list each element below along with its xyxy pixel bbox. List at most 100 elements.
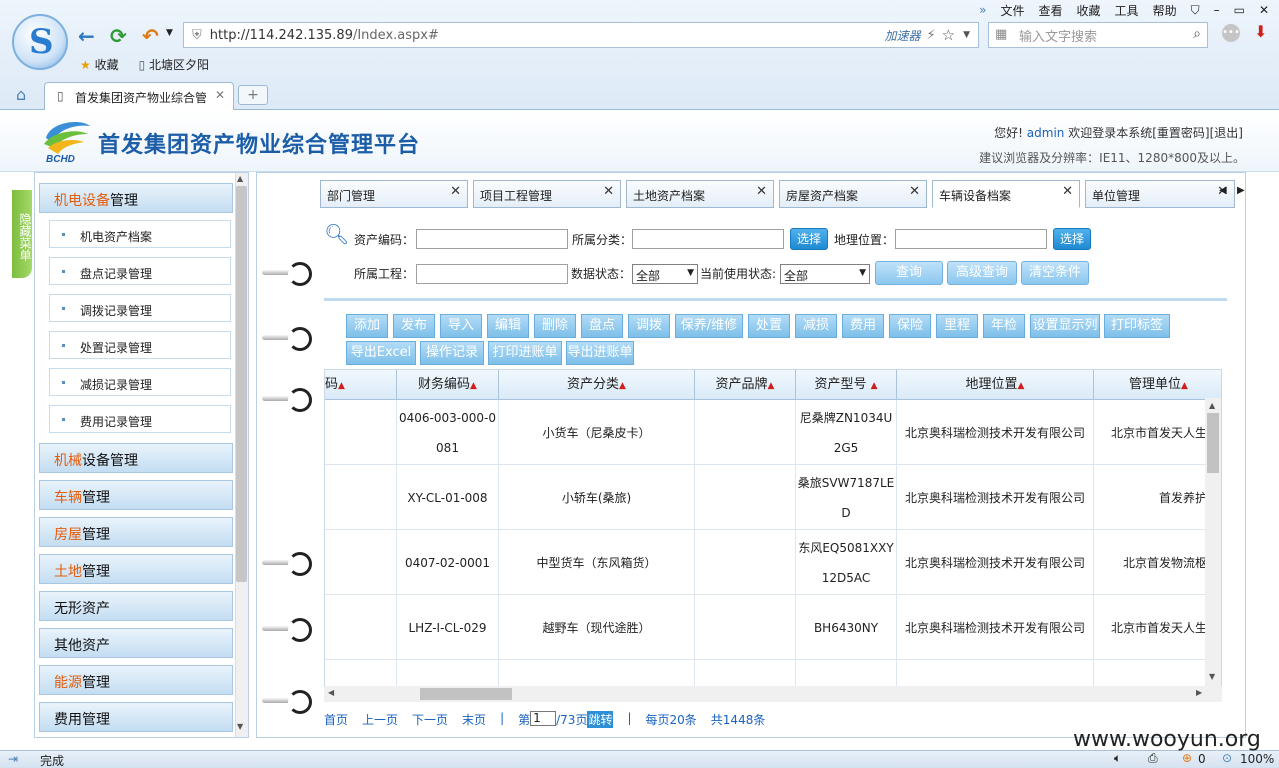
sidebar-group-intangible[interactable]: 无形资产 [39,591,233,621]
download-icon[interactable]: ⬇ [1254,22,1267,41]
refresh-icon[interactable]: ⟳ [110,24,127,48]
col-location[interactable]: 地理位置▲ [897,370,1094,400]
delete-button[interactable]: 删除 [534,314,576,338]
sidebar-item-expense[interactable]: 费用记录管理 [49,405,231,433]
asset-code-input[interactable] [416,229,568,249]
close-window-icon[interactable]: ✕ [1259,3,1269,17]
select-category-button[interactable]: 选择 [790,228,828,250]
sidebar-item-transfer[interactable]: 调拨记录管理 [49,294,231,322]
tab-unit[interactable]: 单位管理 ✕ [1085,180,1235,208]
pager-first[interactable]: 首页 [324,711,348,728]
minimize-icon[interactable]: – [1214,3,1220,17]
col-finance-code[interactable]: 财务编码▲ [397,370,499,400]
col-brand[interactable]: 资产品牌▲ [695,370,796,400]
grid-horizontal-thumb[interactable] [420,688,512,700]
sidebar-toggle-icon[interactable]: ⇥ [8,752,18,766]
location-input[interactable] [895,229,1047,249]
col-code[interactable]: 码▲ [325,370,397,400]
transfer-button[interactable]: 调拨 [628,314,670,338]
close-tab-icon[interactable]: ✕ [909,184,920,199]
inventory-button[interactable]: 盘点 [581,314,623,338]
extension-icon[interactable]: ••• [1222,24,1240,42]
sidebar-scroll-thumb[interactable] [236,186,247,582]
maintenance-button[interactable]: 保养/维修 [675,314,743,338]
sidebar-group-electromech[interactable]: 机电设备管理 [39,183,233,213]
address-bar[interactable]: ⛨ http://114.242.135.89/Index.aspx# 加速器 … [183,22,979,48]
sidebar-group-vehicles[interactable]: 车辆管理 [39,480,233,510]
logout-link[interactable]: [退出] [1210,126,1243,140]
impair-button[interactable]: 减损 [795,314,837,338]
expense-button[interactable]: 费用 [842,314,884,338]
print-receipt-button[interactable]: 打印进账单 [488,341,562,365]
clear-conditions-button[interactable]: 清空条件 [1021,261,1089,285]
column-settings-button[interactable]: 设置显示列 [1030,314,1100,338]
browser-tab[interactable]: ▯ 首发集团资产物业综合管 ✕ [44,82,234,110]
table-row[interactable]: LHZ-I-CL-029 越野车（现代途胜） BH6430NY 北京奥科瑞检测技术开发… [325,595,1221,660]
tab-department[interactable]: 部门管理 ✕ [320,180,468,208]
scroll-up-icon[interactable]: ▲ [237,174,243,183]
lightning-icon[interactable]: ⚡ [926,28,935,43]
accelerator-label[interactable]: 加速器 [884,27,920,44]
sidebar-group-housing[interactable]: 房屋管理 [39,517,233,547]
annual-inspection-button[interactable]: 年检 [983,314,1025,338]
pager-prev[interactable]: 上一页 [362,711,398,728]
project-input[interactable] [416,264,568,284]
edit-button[interactable]: 编辑 [487,314,529,338]
table-row[interactable]: 尼桑ZN5024XG [325,660,1221,686]
jump-button[interactable]: 跳转 [587,711,614,728]
search-input[interactable]: ▦ 输入文字搜索 ⌕ [988,22,1208,48]
sidebar-group-land[interactable]: 土地管理 [39,554,233,584]
print-icon[interactable]: ⎙ [1148,751,1158,766]
sidebar-item-impairment[interactable]: 减损记录管理 [49,368,231,396]
menu-help[interactable]: 帮助 [1153,2,1177,19]
home-icon[interactable]: ⌂ [16,85,26,104]
mileage-button[interactable]: 里程 [936,314,978,338]
scroll-right-icon[interactable]: ▶ [1196,688,1202,697]
tab-scroll-right-icon[interactable]: ▶ [1237,185,1245,196]
hide-menu-toggle[interactable]: 隐藏菜单 [12,190,32,278]
undo-icon[interactable]: ↶ [142,24,159,48]
sidebar-group-energy[interactable]: 能源管理 [39,665,233,695]
close-tab-icon[interactable]: ✕ [215,88,225,102]
export-excel-button[interactable]: 导出Excel [346,341,416,365]
undo-dropdown-icon[interactable]: ▼ [166,28,173,38]
menu-favorites[interactable]: 收藏 [1077,2,1101,19]
favorites-item[interactable]: ★ 收藏 [80,56,119,73]
search-engine-icon[interactable]: ▦ [995,27,1007,42]
export-receipt-button[interactable]: 导出进账单 [566,341,634,365]
close-tab-icon[interactable]: ✕ [1062,184,1073,199]
select-location-button[interactable]: 选择 [1053,228,1091,250]
tab-project[interactable]: 项目工程管理 ✕ [473,180,621,208]
zoom-level[interactable]: 100% [1240,752,1274,766]
dispose-button[interactable]: 处置 [748,314,790,338]
new-tab-button[interactable]: + [238,85,268,105]
menu-file[interactable]: 文件 [1001,2,1025,19]
operation-log-button[interactable]: 操作记录 [420,341,484,365]
publish-button[interactable]: 发布 [393,314,435,338]
zoom-icon[interactable]: ⊙ [1222,751,1232,765]
data-status-select[interactable]: 全部 [632,264,698,284]
pager-last[interactable]: 末页 [462,711,486,728]
close-tab-icon[interactable]: ✕ [603,184,614,199]
browser-logo[interactable]: S [12,14,68,70]
scroll-down-icon[interactable]: ▼ [237,722,243,731]
close-tab-icon[interactable]: ✕ [450,184,461,199]
download-status-icon[interactable]: ⊕ [1182,751,1192,765]
scroll-left-icon[interactable]: ◀ [328,688,334,697]
close-tab-icon[interactable]: ✕ [756,184,767,199]
volume-icon[interactable]: 🔈︎ [1114,751,1121,766]
advanced-query-button[interactable]: 高级查询 [947,261,1017,285]
scroll-down-icon[interactable]: ▼ [1209,672,1215,681]
sidebar-item-disposal[interactable]: 处置记录管理 [49,331,231,359]
tab-land-archive[interactable]: 土地资产档案 ✕ [626,180,774,208]
tab-vehicle-archive[interactable]: 车辆设备档案 ✕ [932,180,1080,208]
table-row[interactable]: 0406-003-000-0081 小货车（尼桑皮卡） 尼桑牌ZN1034U2G5 北… [325,400,1221,465]
reset-password-link[interactable]: [重置密码] [1152,126,1209,140]
sidebar-item-inventory[interactable]: 盘点记录管理 [49,257,231,285]
search-icon[interactable]: ⌕ [1193,26,1201,42]
sidebar-group-fees[interactable]: 费用管理 [39,702,233,732]
menu-tools[interactable]: 工具 [1115,2,1139,19]
add-button[interactable]: 添加 [346,314,388,338]
scroll-up-icon[interactable]: ▲ [1209,401,1215,410]
star-icon[interactable]: ☆ [942,26,955,44]
